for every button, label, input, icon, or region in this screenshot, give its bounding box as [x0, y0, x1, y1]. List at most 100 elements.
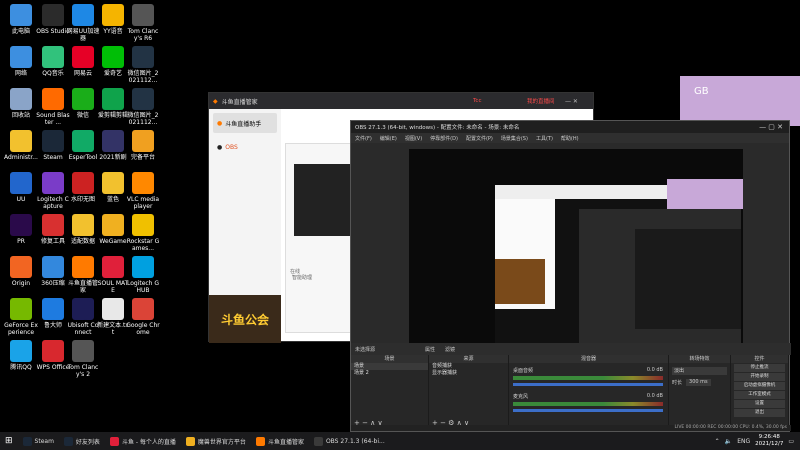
douyu-titlebar[interactable]: ◆ 斗鱼直播管家 Tcc 我的直播间 — ✕ [209, 93, 593, 109]
obs-scene-item[interactable]: 场景 [351, 363, 428, 370]
taskbar-app[interactable]: 斗鱼直播管家 [251, 432, 309, 450]
desktop-icon[interactable]: Logitech Capture [36, 172, 70, 210]
speaker-icon[interactable]: 🔈 [725, 438, 732, 445]
obs-menu-item[interactable]: 配置文件(P) [466, 135, 493, 142]
language-indicator[interactable]: ENG [737, 438, 750, 445]
desktop-icon[interactable]: WPS Office [36, 340, 70, 371]
obs-titlebar[interactable]: OBS 27.1.3 (64-bit, windows) - 配置文件: 未命名… [351, 121, 789, 133]
douyu-sidebar-item-assistant[interactable]: ● 斗鱼直播助手 [213, 113, 277, 133]
desktop-icon[interactable]: WeGame [96, 214, 130, 245]
desktop-icon[interactable]: 爱奇艺 [96, 46, 130, 77]
obs-control-button[interactable]: 工作室模式 [734, 391, 785, 399]
obs-control-button[interactable]: 停止推流 [734, 364, 785, 372]
obs-volume-slider[interactable] [513, 383, 663, 386]
desktop-icon[interactable]: Tom Clancy's R6 [126, 4, 160, 42]
obs-preview[interactable] [409, 149, 743, 355]
desktop-icon[interactable]: GeForce Experience [4, 298, 38, 336]
douyu-window-controls[interactable]: — ✕ [565, 98, 578, 105]
obs-transition-select[interactable]: 淡出 [672, 367, 727, 375]
taskbar-app[interactable]: 斗鱼 - 每个人的直播 [105, 432, 181, 450]
obs-menu-item[interactable]: 停靠部件(D) [430, 135, 458, 142]
desktop-icon[interactable]: UU [4, 172, 38, 203]
desktop-icon[interactable]: 蓝色 [96, 172, 130, 203]
taskbar-app[interactable]: Steam [18, 432, 59, 450]
desktop-icon[interactable]: 微信图片_2021112... [126, 46, 160, 84]
desktop-icon[interactable]: 网络 [4, 46, 38, 77]
desktop-icon[interactable]: Sound Blaster ... [36, 88, 70, 126]
douyu-sidebar-item-obs[interactable]: ● OBS [213, 137, 277, 157]
obs-control-button[interactable]: 开始录制 [734, 373, 785, 381]
desktop-icon[interactable]: 腾讯QQ [4, 340, 38, 371]
obs-control-button[interactable]: 启动虚拟摄像机 [734, 382, 785, 390]
desktop-icon[interactable]: 适配数据 [66, 214, 100, 245]
app-icon [132, 298, 154, 320]
obs-menu-item[interactable]: 工具(T) [536, 135, 553, 142]
desktop-icon[interactable]: 此电脑 [4, 4, 38, 35]
desktop-icon[interactable]: 回收站 [4, 88, 38, 119]
desktop-icon-label: OBS Studio [36, 28, 70, 35]
app-icon [42, 4, 64, 26]
obs-menu-item[interactable]: 文件(F) [355, 135, 372, 142]
douyu-my-room-link[interactable]: 我的直播间 [527, 97, 555, 105]
desktop-icon[interactable]: 斗鱼直播管家 [66, 256, 100, 294]
desktop-icon[interactable]: Ubisoft Connect [66, 298, 100, 336]
desktop-icon[interactable]: Administr... [4, 130, 38, 161]
obs-menu-item[interactable]: 场景集合(S) [501, 135, 528, 142]
desktop-icon[interactable]: Tom Clancy's 2 [66, 340, 100, 378]
desktop-icon[interactable]: Logitech G HUB [126, 256, 160, 294]
taskbar-app[interactable]: 好友列表 [59, 432, 105, 450]
obs-duration-input[interactable]: 300 ms [686, 379, 711, 386]
app-icon [102, 256, 124, 278]
obs-menu-item[interactable]: 编辑(E) [380, 135, 397, 142]
obs-sources-title: 来源 [429, 355, 508, 363]
obs-source-item[interactable]: 显示器捕获 [429, 370, 508, 377]
desktop-icon[interactable]: 鲁大师 [36, 298, 70, 329]
desktop-icon[interactable]: 微信 [66, 88, 100, 119]
douyu-smart-assistant[interactable]: 智能助理 [292, 274, 312, 281]
clock[interactable]: 9:26:48 2021/12/7 [755, 434, 783, 448]
douyu-user[interactable]: Tcc [473, 98, 481, 104]
desktop-icon[interactable]: 网易云 [66, 46, 100, 77]
desktop-icon[interactable]: 网易UU加速器 [66, 4, 100, 42]
obs-window[interactable]: OBS 27.1.3 (64-bit, windows) - 配置文件: 未命名… [350, 120, 791, 432]
desktop-icon[interactable]: VLC media player [126, 172, 160, 210]
start-button[interactable]: ⊞ [0, 432, 18, 450]
desktop-icon[interactable]: QQ音乐 [36, 46, 70, 77]
obs-window-controls[interactable]: — ▢ ✕ [759, 123, 783, 131]
notification-icon[interactable]: ▭ [788, 438, 794, 445]
obs-control-button[interactable]: 设置 [734, 400, 785, 408]
desktop-icon[interactable]: EsperTool [66, 130, 100, 161]
desktop-icon[interactable]: Origin [4, 256, 38, 287]
app-icon [72, 214, 94, 236]
desktop-icon[interactable]: 2021新剧 [96, 130, 130, 161]
obs-filters-button[interactable]: 滤镜 [445, 346, 455, 353]
taskbar-app[interactable]: OBS 27.1.3 (64-bi... [309, 432, 390, 450]
desktop-icon[interactable]: 爱剪辑剪辑 [96, 88, 130, 119]
desktop-icon[interactable]: 水印无图 [66, 172, 100, 203]
desktop-icon[interactable]: 完备平台 [126, 130, 160, 161]
desktop-icon[interactable]: 新建文本.txt [96, 298, 130, 336]
desktop-icon[interactable]: Steam [36, 130, 70, 161]
obs-source-item[interactable]: 音频捕获 [429, 363, 508, 370]
obs-menu-item[interactable]: 视图(V) [405, 135, 422, 142]
obs-scene-item[interactable]: 场景 2 [351, 370, 428, 377]
desktop-icon[interactable]: Rockstar Games... [126, 214, 160, 252]
obs-control-button[interactable]: 退出 [734, 409, 785, 417]
desktop-icon[interactable]: YY语音 [96, 4, 130, 35]
desktop-icon[interactable]: 360压缩 [36, 256, 70, 287]
chevron-up-icon[interactable]: ⌃ [715, 438, 720, 445]
desktop-icon[interactable]: SOUL MATE [96, 256, 130, 294]
taskbar-app[interactable]: 魔兽世界官方平台 [181, 432, 251, 450]
douyu-banner[interactable]: 斗鱼公会 [209, 295, 281, 343]
desktop-icon[interactable]: OBS Studio [36, 4, 70, 35]
desktop-icon[interactable]: Google Chrome [126, 298, 160, 336]
desktop-icon[interactable]: PR [4, 214, 38, 245]
app-icon [42, 298, 64, 320]
obs-menu-item[interactable]: 帮助(H) [561, 135, 579, 142]
floating-media-window[interactable]: GB [680, 76, 800, 126]
desktop-icon[interactable]: 修复工具 [36, 214, 70, 245]
desktop-icon[interactable]: 微信图片_2021112... [126, 88, 160, 126]
obs-volume-slider[interactable] [513, 409, 663, 412]
taskbar-app-label: 好友列表 [75, 438, 100, 446]
obs-properties-button[interactable]: 属性 [425, 346, 435, 353]
